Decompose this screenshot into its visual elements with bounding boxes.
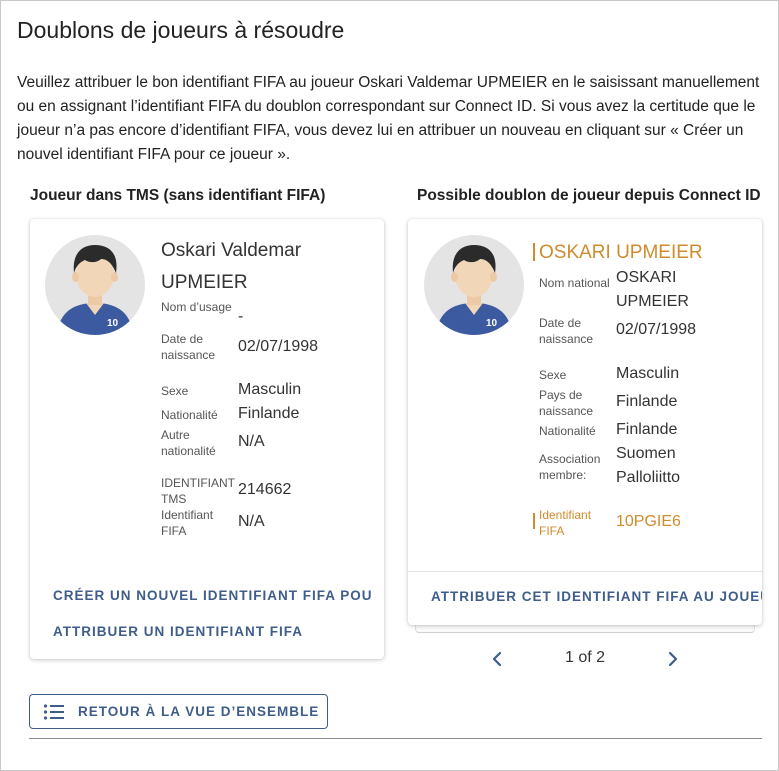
assign-fifa-id-button[interactable]: ATTRIBUER UN IDENTIFIANT FIFA xyxy=(53,624,303,639)
birth-date-label: Date de naissance xyxy=(539,316,594,346)
player-name-last: UPMEIER xyxy=(161,272,248,293)
birth-country-label: Pays de naissance xyxy=(539,388,594,418)
national-name-label: Nom national xyxy=(539,276,610,290)
back-to-overview-label: RETOUR À LA VUE D’ENSEMBLE xyxy=(78,704,320,719)
usage-name-value: - xyxy=(238,308,244,325)
assign-this-fifa-id-button[interactable]: ATTRIBUER CET IDENTIFIANT FIFA AU JOUEUR xyxy=(431,589,762,604)
member-association-value: Suomen Palloliitto xyxy=(616,442,680,490)
national-name-line1: OSKARI xyxy=(616,269,677,286)
fifa-id-label: Identifiant FIFA xyxy=(539,508,592,538)
nationality-value: Finlande xyxy=(616,421,678,438)
player-avatar-icon: 10 xyxy=(424,235,524,335)
fifa-id-value: N/A xyxy=(238,513,265,530)
name-highlight-marker xyxy=(533,243,535,261)
player-avatar-icon: 10 xyxy=(45,235,145,335)
intro-text: Veuillez attribuer le bon identifiant FI… xyxy=(17,74,760,163)
usage-name-label: Nom d’usage xyxy=(161,300,232,314)
fifa-id-highlight-marker xyxy=(533,513,535,529)
fifa-id-value: 10PGIE6 xyxy=(616,513,681,530)
tms-player-card: 10 Oskari Valdemar UPMEIER Nom d’usage -… xyxy=(30,219,384,659)
player-name-first: Oskari Valdemar xyxy=(161,240,302,261)
back-to-overview-button[interactable]: RETOUR À LA VUE D’ENSEMBLE xyxy=(29,694,328,729)
member-association-label: Association membre: xyxy=(539,452,601,482)
page-frame: Doublons de joueurs à résoudre Veuillez … xyxy=(0,0,779,771)
birth-date-value: 02/07/1998 xyxy=(238,338,319,355)
create-fifa-id-clip: CRÉER UN NOUVEL IDENTIFIANT FIFA POUR CE… xyxy=(53,587,373,607)
sex-label: Sexe xyxy=(539,368,567,382)
sex-label: Sexe xyxy=(161,384,189,398)
tms-id-value: 214662 xyxy=(238,481,292,498)
duplicate-player-name: OSKARI UPMEIER xyxy=(539,242,703,263)
connect-id-heading: Possible doublon de joueur depuis Connec… xyxy=(417,187,761,204)
chevron-right-icon[interactable] xyxy=(661,647,685,671)
create-fifa-id-button[interactable]: CRÉER UN NOUVEL IDENTIFIANT FIFA POUR CE… xyxy=(53,588,373,603)
nationality-label: Nationalité xyxy=(539,424,596,438)
nationality-label: Nationalité xyxy=(161,408,218,422)
player-name: Oskari Valdemar UPMEIER xyxy=(161,235,361,299)
page-title: Doublons de joueurs à résoudre xyxy=(17,17,345,43)
connect-id-card: 10 OSKARI UPMEIER Nom national OSKARI UP… xyxy=(408,219,762,625)
tms-id-label: IDENTIFIANT TMS xyxy=(161,476,235,506)
fifa-id-label: Identifiant FIFA xyxy=(161,508,214,538)
sex-value: Masculin xyxy=(238,381,302,398)
national-name-value: OSKARI UPMEIER xyxy=(616,266,689,314)
birth-country-value: Finlande xyxy=(616,393,678,410)
national-name-line2: UPMEIER xyxy=(616,293,689,310)
nationality-value: Finlande xyxy=(238,405,300,422)
card-actions-divider xyxy=(408,571,762,572)
member-association-line1: Suomen xyxy=(616,445,676,462)
other-nationality-value: N/A xyxy=(238,433,265,450)
chevron-left-icon[interactable] xyxy=(485,647,509,671)
birth-date-label: Date de naissance xyxy=(161,332,216,362)
tms-player-heading: Joueur dans TMS (sans identifiant FIFA) xyxy=(30,187,326,204)
bottom-divider xyxy=(29,738,762,739)
duplicate-pager: 1 of 2 xyxy=(481,647,691,671)
other-nationality-label: Autre nationalité xyxy=(161,428,216,458)
list-icon xyxy=(43,703,65,726)
jersey-number: 10 xyxy=(486,318,498,329)
jersey-number: 10 xyxy=(107,318,119,329)
birth-date-value: 02/07/1998 xyxy=(616,321,697,338)
card-stack-shadow xyxy=(415,625,755,633)
member-association-line2: Palloliitto xyxy=(616,469,681,486)
page-indicator: 1 of 2 xyxy=(565,649,606,666)
sex-value: Masculin xyxy=(616,365,680,382)
